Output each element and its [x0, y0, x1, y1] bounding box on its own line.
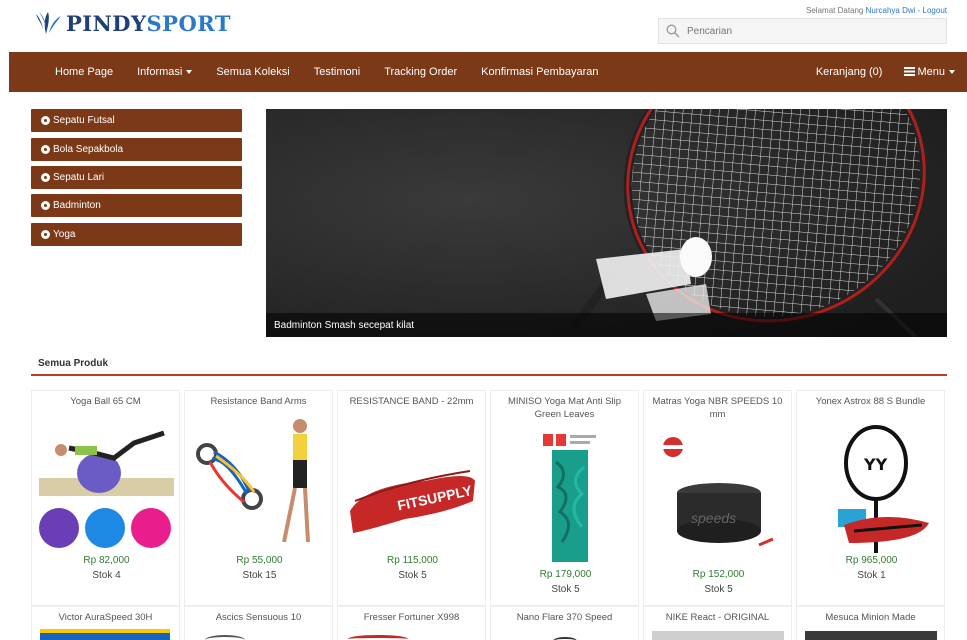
product-card[interactable]: Matras Yoga NBR SPEEDS 10 mm speeds Rp 1…	[643, 390, 792, 606]
category-sepatu-lari[interactable]: Sepatu Lari	[31, 166, 242, 189]
product-name: Ascics Sensuous 10	[215, 612, 302, 623]
caret-down-icon	[949, 70, 955, 75]
nav-konfirmasi-pembayaran[interactable]: Konfirmasi Pembayaran	[481, 66, 598, 78]
product-name: Victor AuraSpeed 30H	[58, 612, 153, 623]
nav-cart[interactable]: Keranjang (0)	[816, 66, 883, 78]
product-card[interactable]: Resistance Band Arms Rp 55,000 Stok 15	[184, 390, 333, 606]
caret-down-icon	[186, 70, 193, 75]
product-name: Yonex Astrox 88 S Bundle	[815, 396, 926, 407]
circle-bullet-icon	[41, 145, 50, 154]
yonex-racket-bundle-image: YY	[838, 425, 929, 553]
product-image[interactable]	[348, 635, 408, 640]
search-input[interactable]	[687, 25, 927, 37]
product-image[interactable]	[40, 629, 170, 640]
circle-bullet-icon	[41, 201, 50, 210]
nav-right-group: Keranjang (0) Menu	[816, 52, 967, 92]
product-image[interactable]	[491, 433, 640, 563]
nav-testimoni[interactable]: Testimoni	[314, 66, 360, 78]
user-logout-link[interactable]: Nurcahya Dwi - Logout	[866, 6, 947, 15]
site-logo[interactable]: PINDYSPORT	[34, 10, 231, 36]
product-card[interactable]: Yoga Ball 65 CM Rp 82,000 Stok 4	[31, 390, 180, 606]
product-name: RESISTANCE BAND - 22mm	[349, 396, 474, 407]
category-bola-sepakbola[interactable]: Bola Sepakbola	[31, 138, 242, 161]
product-name: Yoga Ball 65 CM	[70, 396, 141, 407]
product-image[interactable]	[805, 631, 937, 640]
black-yoga-mat-image: speeds	[663, 437, 774, 547]
product-name: Matras Yoga NBR SPEEDS 10 mm	[652, 396, 783, 420]
product-price: Rp 55,000	[236, 555, 283, 566]
hero-banner[interactable]: Badminton Smash secepat kilat	[266, 109, 947, 337]
product-stock: Stok 5	[398, 570, 427, 581]
product-name: MINISO Yoga Mat Anti Slip Green Leaves	[507, 396, 621, 420]
circle-bullet-icon	[41, 230, 50, 239]
product-image[interactable]: FITSUPPLY	[338, 431, 487, 551]
product-name: NIKE React - ORIGINAL	[665, 612, 770, 623]
product-card[interactable]: RESISTANCE BAND - 22mm FITSUPPLY Rp 115,…	[337, 390, 486, 606]
product-stock: Stok 5	[551, 584, 580, 595]
product-card[interactable]: Victor AuraSpeed 30H	[31, 606, 180, 640]
category-sepatu-futsal[interactable]: Sepatu Futsal	[31, 109, 242, 132]
product-card[interactable]: NIKE React - ORIGINAL	[643, 606, 792, 640]
product-image[interactable]	[652, 631, 784, 640]
product-card[interactable]: Nano Flare 370 Speed	[490, 606, 639, 640]
section-divider	[31, 374, 947, 376]
product-image[interactable]	[185, 413, 334, 555]
search-box[interactable]	[658, 18, 947, 44]
red-resistance-band-image: FITSUPPLY	[350, 470, 475, 533]
product-name: Nano Flare 370 Speed	[516, 612, 613, 623]
product-card[interactable]: MINISO Yoga Mat Anti Slip Green Leaves R…	[490, 390, 639, 606]
welcome-text: Selamat Datang Nurcahya Dwi - Logout	[806, 6, 947, 15]
product-image[interactable]	[32, 425, 181, 555]
product-image[interactable]: speeds	[644, 435, 793, 565]
product-card[interactable]: Yonex Astrox 88 S Bundle YY Rp 965,000 S…	[796, 390, 945, 606]
svg-text:YY: YY	[863, 455, 888, 474]
product-card[interactable]: Fresser Fortuner X998	[337, 606, 486, 640]
product-image[interactable]	[205, 635, 245, 640]
product-price: Rp 82,000	[83, 555, 130, 566]
leaf-logo-icon	[36, 12, 61, 34]
main-navbar: Home Page Informasi Semua Koleksi Testim…	[9, 52, 967, 92]
logo-wordmark: PINDYSPORT	[66, 10, 231, 36]
product-price: Rp 152,000	[692, 569, 745, 580]
product-card[interactable]: Mesuca Minion Made	[796, 606, 945, 640]
nav-informasi[interactable]: Informasi	[137, 66, 193, 78]
product-stock: Stok 4	[92, 570, 121, 581]
search-icon[interactable]	[659, 19, 687, 43]
banner-caption: Badminton Smash secepat kilat	[266, 313, 947, 337]
category-badminton[interactable]: Badminton	[31, 194, 242, 217]
circle-bullet-icon	[41, 173, 50, 182]
green-yoga-mat-image	[543, 434, 596, 562]
product-name: Fresser Fortuner X998	[363, 612, 460, 623]
nav-menu[interactable]: Menu	[904, 66, 955, 78]
product-price: Rp 179,000	[539, 569, 592, 580]
product-stock: Stok 15	[242, 570, 277, 581]
product-price: Rp 115,000	[387, 555, 438, 566]
product-card[interactable]: Ascics Sensuous 10	[184, 606, 333, 640]
section-title: Semua Produk	[38, 358, 109, 369]
product-price: Rp 965,000	[845, 555, 898, 566]
product-name: Mesuca Minion Made	[825, 612, 916, 623]
category-yoga[interactable]: Yoga	[31, 223, 242, 246]
svg-text:speeds: speeds	[691, 510, 736, 526]
circle-bullet-icon	[41, 116, 50, 125]
product-image[interactable]: YY	[797, 425, 946, 555]
nav-home[interactable]: Home Page	[55, 66, 113, 78]
resistance-band-arms-image	[196, 419, 310, 543]
yoga-balls-image	[39, 430, 174, 548]
nav-tracking-order[interactable]: Tracking Order	[384, 66, 457, 78]
badminton-racket-shuttlecock-image	[266, 109, 947, 337]
product-name: Resistance Band Arms	[210, 396, 307, 407]
nav-semua-koleksi[interactable]: Semua Koleksi	[216, 66, 289, 78]
menu-bars-icon	[904, 67, 916, 76]
product-stock: Stok 1	[857, 570, 886, 581]
product-stock: Stok 5	[704, 584, 733, 595]
site-header: PINDYSPORT Selamat Datang Nurcahya Dwi -…	[0, 0, 967, 52]
